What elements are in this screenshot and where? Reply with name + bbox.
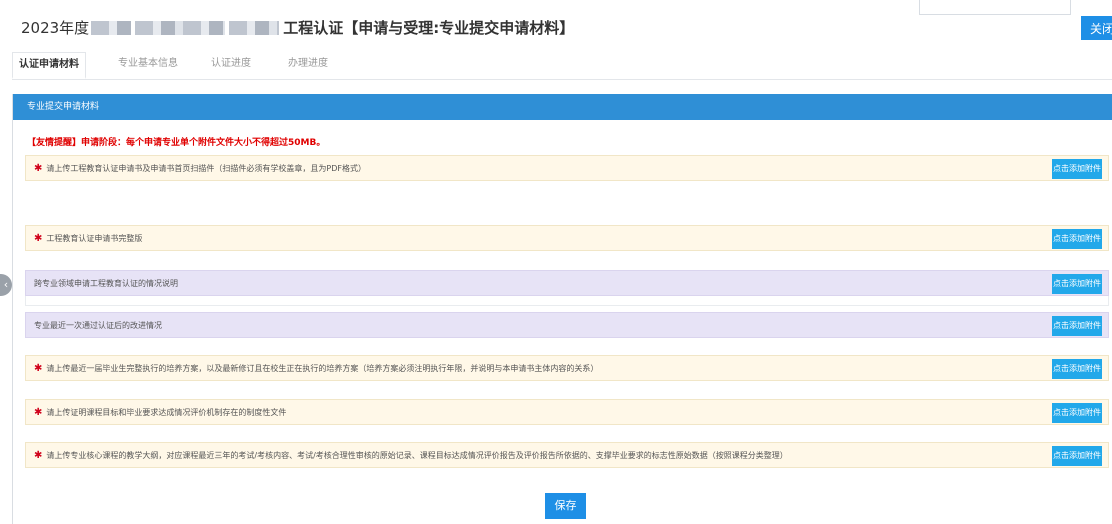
add-attachment-button[interactable]: 点击添加附件 (1052, 446, 1102, 466)
redacted-text (229, 20, 280, 35)
tab-certification-progress[interactable]: 认证进度 (207, 52, 255, 79)
redacted-text (91, 20, 132, 35)
collapse-handle-icon[interactable]: ‹ (0, 274, 12, 296)
material-label: ✱ 工程教育认证申请书完整版 (34, 233, 143, 244)
material-row: ✱ 工程教育认证申请书完整版 点击添加附件 (25, 225, 1109, 251)
required-star-icon: ✱ (34, 163, 43, 174)
material-label: ✱ 请上传证明课程目标和毕业要求达成情况评价机制存在的制度性文件 (34, 407, 287, 418)
material-row: ✱ 请上传最近一届毕业生完整执行的培养方案，以及最新修订且在校生正在执行的培养方案… (25, 355, 1109, 381)
search-input[interactable] (919, 0, 1071, 15)
material-label: 跨专业领域申请工程教育认证的情况说明 (34, 279, 178, 288)
material-row: 专业最近一次通过认证后的改进情况 点击添加附件 (25, 312, 1109, 338)
tab-program-info[interactable]: 专业基本信息 (118, 52, 178, 79)
required-star-icon: ✱ (34, 450, 43, 461)
add-attachment-button[interactable]: 点击添加附件 (1052, 229, 1102, 249)
add-attachment-button[interactable]: 点击添加附件 (1052, 359, 1102, 379)
add-attachment-button[interactable]: 点击添加附件 (1052, 403, 1102, 423)
size-notice: 【友情提醒】申请阶段：每个申请专业单个附件文件大小不得超过50MB。 (27, 138, 326, 148)
title-year: 2023年度 (21, 19, 90, 37)
required-star-icon: ✱ (34, 233, 43, 244)
material-label: ✱ 请上传最近一届毕业生完整执行的培养方案，以及最新修订且在校生正在执行的培养方案… (34, 363, 599, 374)
required-star-icon: ✱ (34, 407, 43, 418)
close-button[interactable]: 关闭 (1081, 16, 1112, 40)
material-label: 专业最近一次通过认证后的改进情况 (34, 321, 162, 330)
tab-bar: 认证申请材料 专业基本信息 认证进度 办理进度 (12, 52, 1112, 80)
save-button[interactable]: 保存 (545, 493, 586, 519)
material-label: ✱ 请上传工程教育认证申请书及申请书首页扫描件（扫描件必须有学校盖章，且为PDF格… (34, 163, 366, 174)
tab-processing-progress[interactable]: 办理进度 (284, 52, 332, 79)
title-text: 工程认证【申请与受理:专业提交申请材料】 (283, 19, 575, 37)
material-row: ✱ 请上传证明课程目标和毕业要求达成情况评价机制存在的制度性文件 点击添加附件 (25, 399, 1109, 425)
tab-application-materials[interactable]: 认证申请材料 (12, 52, 86, 79)
add-attachment-button[interactable]: 点击添加附件 (1052, 159, 1102, 179)
top-bar: 2023年度 工程认证【申请与受理:专业提交申请材料】 关闭 (0, 0, 1112, 52)
redacted-text (135, 20, 226, 35)
materials-panel: 专业提交申请材料 【友情提醒】申请阶段：每个申请专业单个附件文件大小不得超过50… (12, 94, 1112, 524)
required-star-icon: ✱ (34, 363, 43, 374)
panel-header: 专业提交申请材料 (13, 94, 1112, 120)
add-attachment-button[interactable]: 点击添加附件 (1052, 274, 1102, 294)
add-attachment-button[interactable]: 点击添加附件 (1052, 316, 1102, 336)
material-label: ✱ 请上传专业核心课程的教学大纲，对应课程最近三年的考试/考核内容、考试/考核合理… (34, 450, 788, 461)
material-row: ✱ 请上传工程教育认证申请书及申请书首页扫描件（扫描件必须有学校盖章，且为PDF格… (25, 155, 1109, 181)
material-row: ✱ 请上传专业核心课程的教学大纲，对应课程最近三年的考试/考核内容、考试/考核合理… (25, 442, 1109, 468)
page-title: 2023年度 工程认证【申请与受理:专业提交申请材料】 (21, 17, 574, 38)
material-row: 跨专业领域申请工程教育认证的情况说明 点击添加附件 (25, 270, 1109, 296)
